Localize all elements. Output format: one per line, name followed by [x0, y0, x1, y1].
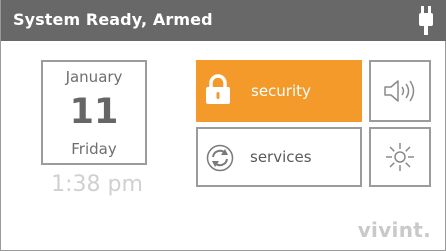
system-status-text: System Ready, Armed — [13, 10, 213, 29]
calendar-day: 11 — [69, 92, 119, 132]
services-button[interactable]: services — [196, 127, 362, 187]
refresh-icon — [206, 144, 234, 172]
volume-button[interactable] — [369, 60, 431, 122]
brand-logo: vivint. — [357, 218, 431, 242]
services-label: services — [250, 148, 312, 166]
brightness-button[interactable] — [369, 127, 431, 187]
calendar-widget: January 11 Friday — [41, 60, 147, 165]
panel-screen: System Ready, Armed January 11 Friday 1:… — [0, 0, 446, 251]
calendar-weekday: Friday — [71, 140, 117, 158]
status-bar: System Ready, Armed — [1, 0, 446, 41]
lock-icon — [206, 74, 230, 104]
security-button[interactable]: security — [196, 60, 362, 122]
calendar-month: January — [65, 68, 123, 86]
plug-icon — [419, 6, 433, 35]
sun-icon — [386, 143, 414, 171]
speaker-icon — [384, 80, 415, 102]
security-label: security — [251, 82, 311, 100]
clock-time: 1:38 pm — [51, 172, 143, 197]
